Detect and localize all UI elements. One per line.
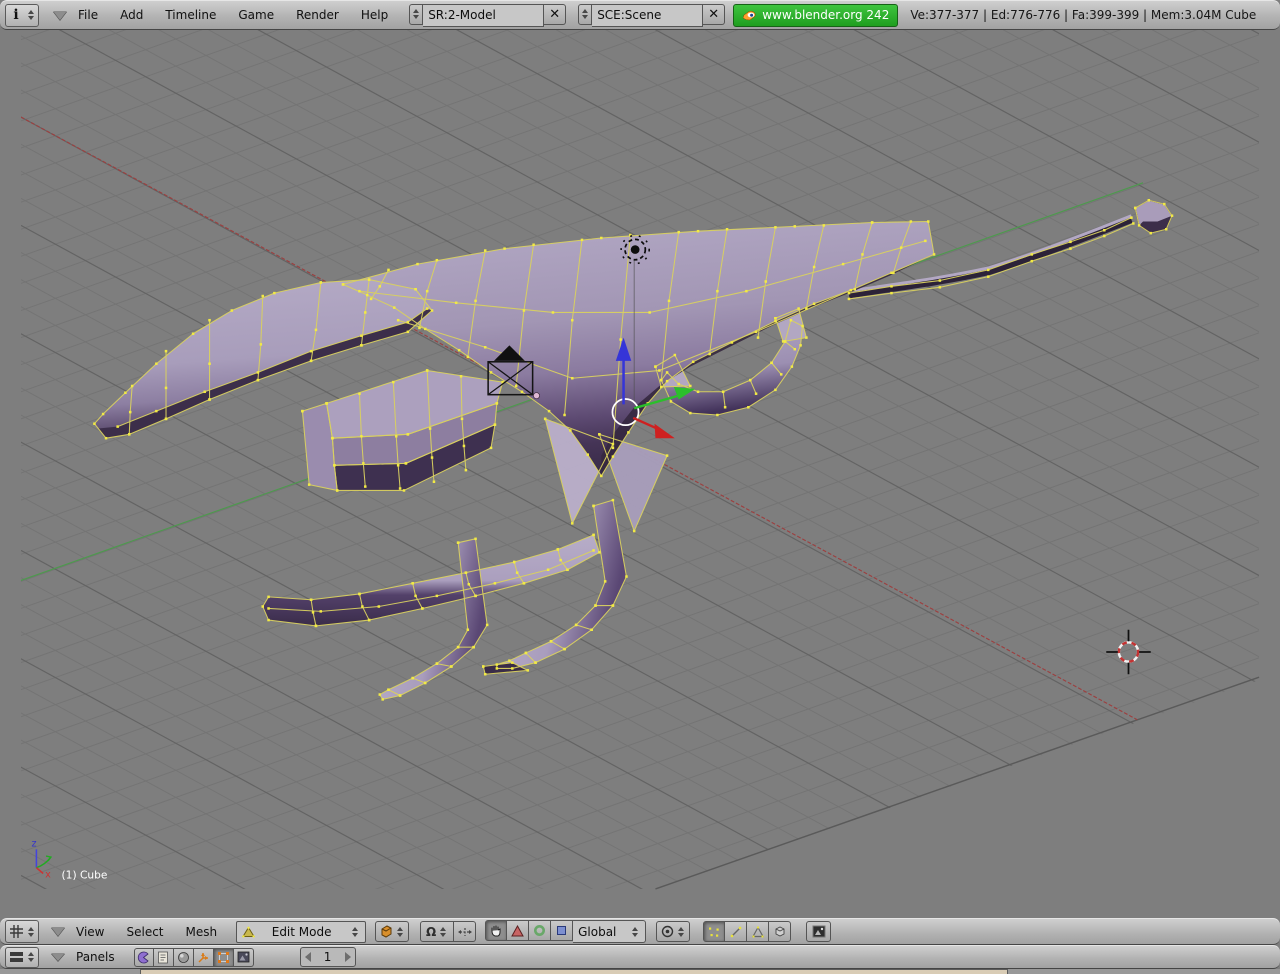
camera-origin-dot: [533, 393, 539, 399]
logic-pacman-icon: [137, 951, 150, 964]
object-arrows-icon: [197, 951, 210, 964]
window-type-stepper[interactable]: [26, 7, 36, 23]
proportional-circle-icon: [661, 925, 674, 938]
blender-window: i File Add Timeline Game Render Help SR:…: [0, 0, 1280, 974]
solid-draw-icon: [379, 925, 393, 938]
render-image-icon: [812, 925, 826, 938]
occlude-geometry-button[interactable]: [769, 921, 791, 942]
view3d-collapse-triangle-icon[interactable]: [51, 927, 65, 936]
menu-mesh[interactable]: Mesh: [175, 925, 229, 939]
manipulator-scale-button[interactable]: [551, 920, 573, 941]
vertex-mode-icon: [708, 926, 720, 938]
object-buttons-button[interactable]: [194, 948, 214, 967]
screen-close-button[interactable]: ✕: [544, 4, 566, 25]
gizmo-x-arrowhead-icon[interactable]: [655, 424, 675, 439]
proportional-stepper[interactable]: [676, 924, 686, 940]
screen-selector[interactable]: SR:2-Model: [423, 4, 544, 27]
buttons-panel-strip: [0, 969, 1280, 974]
buttons-header: Panels: [0, 945, 1280, 969]
manipulator-translate-button[interactable]: [507, 920, 529, 941]
frame-next-arrow-icon[interactable]: [345, 952, 351, 962]
menu-help[interactable]: Help: [350, 8, 399, 22]
3d-cursor[interactable]: [1106, 630, 1150, 674]
edit-mode-icon: [242, 926, 255, 938]
editing-square-icon: [217, 951, 230, 964]
scene-buttons-button[interactable]: [234, 948, 254, 967]
mini-axis-x-label: x: [45, 869, 51, 880]
render-preview-button[interactable]: [806, 921, 831, 942]
buttons-window-type-stepper[interactable]: [26, 949, 36, 965]
active-object-label: (1) Cube: [62, 868, 108, 881]
edge-select-button[interactable]: [725, 921, 747, 942]
mode-stepper[interactable]: [350, 924, 360, 940]
pivot-point-button[interactable]: Ω: [420, 921, 454, 942]
hand-icon: [490, 924, 502, 937]
buttons-collapse-triangle-icon[interactable]: [51, 953, 65, 961]
panels-window-icon: [8, 949, 24, 965]
panel-peek: [140, 969, 1008, 974]
red-cone-icon: [511, 925, 524, 937]
script-paper-icon: [157, 951, 169, 964]
orientation-stepper[interactable]: [630, 924, 640, 940]
menu-render[interactable]: Render: [285, 8, 350, 22]
scene-statistics: Ve:377-377 | Ed:776-776 | Fa:399-399 | M…: [910, 8, 1256, 22]
logic-buttons-button[interactable]: [134, 948, 154, 967]
pivot-stepper[interactable]: [438, 924, 448, 940]
menu-add[interactable]: Add: [109, 8, 154, 22]
draw-type-stepper[interactable]: [395, 924, 405, 940]
view3d-window-type-stepper[interactable]: [26, 924, 36, 940]
buttons-window-type-button[interactable]: [5, 947, 39, 968]
scene-selector[interactable]: SCE:Scene: [592, 4, 703, 27]
menu-panels[interactable]: Panels: [65, 950, 126, 964]
info-icon: i: [8, 7, 24, 23]
blender-logo-icon: [742, 9, 757, 22]
script-buttons-button[interactable]: [154, 948, 174, 967]
manipulator-rotate-button[interactable]: [529, 920, 551, 941]
viewport-canvas[interactable]: z x (1) Cube: [0, 30, 1280, 918]
view3d-header: View Select Mesh Edit Mode Ω: [0, 918, 1280, 945]
screen-stepper[interactable]: [409, 4, 423, 25]
blender-version-button[interactable]: www.blender.org 242: [733, 4, 898, 27]
move-arrows-icon: [458, 926, 472, 938]
scene-stepper[interactable]: [578, 4, 592, 25]
occlude-cube-icon: [773, 925, 786, 938]
green-donut-icon: [533, 924, 546, 937]
menu-view[interactable]: View: [65, 925, 115, 939]
material-sphere-icon: [177, 951, 190, 964]
editing-buttons-button[interactable]: [214, 948, 234, 967]
face-select-button[interactable]: [747, 921, 769, 942]
edge-mode-icon: [730, 926, 742, 938]
frame-counter[interactable]: 1: [300, 947, 356, 967]
menu-select[interactable]: Select: [115, 925, 174, 939]
shading-buttons-button[interactable]: [174, 948, 194, 967]
menu-game[interactable]: Game: [227, 8, 285, 22]
mode-selector[interactable]: Edit Mode: [236, 921, 366, 943]
blue-square-icon: [556, 925, 567, 936]
manipulator-hand-button[interactable]: [485, 920, 507, 941]
manipulator-toggle-button[interactable]: [454, 921, 476, 942]
vertex-select-button[interactable]: [703, 921, 725, 942]
viewport-3d[interactable]: z x (1) Cube: [0, 30, 1280, 918]
frame-value: 1: [324, 950, 332, 964]
top-header: i File Add Timeline Game Render Help SR:…: [0, 0, 1280, 30]
draw-type-button[interactable]: [375, 921, 409, 942]
face-mode-icon: [752, 926, 764, 938]
grid-window-icon: [8, 924, 24, 940]
frame-prev-arrow-icon[interactable]: [305, 952, 311, 962]
window-type-button[interactable]: i: [5, 4, 39, 27]
view3d-window-type-button[interactable]: [5, 920, 39, 943]
orientation-selector[interactable]: Global: [573, 920, 646, 943]
scene-image-icon: [237, 951, 250, 963]
pivot-icon: Ω: [426, 925, 436, 939]
proportional-edit-button[interactable]: [656, 921, 690, 942]
menu-timeline[interactable]: Timeline: [154, 8, 227, 22]
mini-axis-z-label: z: [32, 838, 37, 849]
menu-file[interactable]: File: [67, 8, 109, 22]
collapse-menu-triangle-icon[interactable]: [53, 11, 67, 20]
scene-close-button[interactable]: ✕: [703, 4, 725, 25]
